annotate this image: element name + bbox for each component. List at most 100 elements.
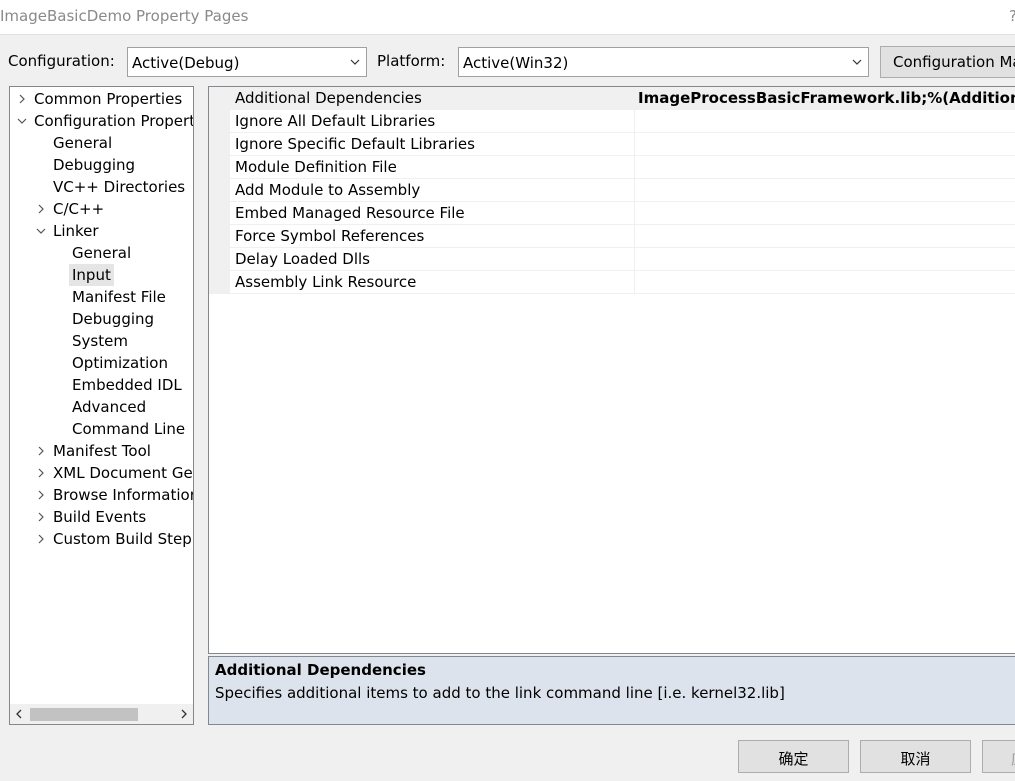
chevron-right-icon[interactable] [36, 204, 46, 214]
tree-item[interactable]: General [10, 132, 193, 154]
tree-item-label: Command Line [72, 420, 186, 438]
tree-item[interactable]: Configuration Propert [10, 110, 193, 132]
title-bar: ImageBasicDemo Property Pages ? [0, 0, 1015, 35]
chevron-right-icon[interactable] [36, 534, 46, 544]
chevron-right-icon[interactable] [36, 468, 46, 478]
tree-item-label: Linker [53, 222, 99, 240]
tree-item-label: C/C++ [53, 200, 105, 218]
property-row[interactable]: Ignore Specific Default Libraries [230, 133, 1015, 156]
chevron-down-icon [852, 59, 862, 65]
ok-button[interactable]: 确定 [738, 740, 849, 773]
property-name: Module Definition File [235, 158, 397, 176]
tree-item-label: Debugging [72, 310, 155, 328]
property-tree[interactable]: Custom Build Step Build Events Browse Info… [9, 86, 194, 725]
chevron-right-icon[interactable] [36, 446, 46, 456]
property-row[interactable]: Add Module to Assembly [230, 179, 1015, 202]
tree-item[interactable]: Browse Informatior [10, 484, 193, 506]
chevron-down-icon [350, 59, 360, 65]
configuration-label: Configuration: [8, 52, 115, 70]
tree-item-label: Input [69, 264, 114, 286]
tree-item[interactable]: XML Document Ger [10, 462, 193, 484]
property-name: Embed Managed Resource File [235, 204, 465, 222]
property-value-cell[interactable] [634, 271, 1015, 293]
tree-item[interactable]: Linker [10, 220, 193, 242]
tree-item[interactable]: Embedded IDL [10, 374, 193, 396]
tree-item-label: Manifest File [72, 288, 166, 306]
property-value: ImageProcessBasicFramework.lib;%(Additio… [638, 89, 1015, 107]
scrollbar-thumb[interactable] [30, 708, 138, 721]
property-row[interactable]: Module Definition File [230, 156, 1015, 179]
property-value-cell[interactable] [634, 225, 1015, 247]
property-row[interactable]: Embed Managed Resource File [230, 202, 1015, 225]
tree-item[interactable]: Custom Build Step [10, 528, 193, 550]
tree-item-label: Manifest Tool [53, 442, 151, 460]
property-name: Ignore Specific Default Libraries [235, 135, 475, 153]
platform-value: Active(Win32) [463, 54, 569, 72]
tree-item-label: Common Properties [34, 90, 183, 108]
property-value-cell[interactable] [634, 202, 1015, 224]
tree-item[interactable]: Debugging [10, 308, 193, 330]
ok-button-label: 确定 [778, 750, 809, 768]
tree-item-label: XML Document Ger [53, 464, 194, 482]
chevron-right-icon[interactable] [36, 512, 46, 522]
cancel-button[interactable]: 取消 [860, 740, 971, 773]
chevron-down-icon[interactable] [36, 226, 46, 236]
property-row[interactable]: Force Symbol References [230, 225, 1015, 248]
property-row[interactable]: Delay Loaded Dlls [230, 248, 1015, 271]
property-row[interactable]: Additional Dependencies ImageProcessBasic… [230, 87, 1015, 110]
grid-gutter [209, 87, 230, 294]
property-row[interactable]: Assembly Link Resource [230, 271, 1015, 294]
platform-dropdown[interactable]: Active(Win32) [458, 47, 869, 77]
tree-item-label: Custom Build Step [53, 530, 192, 548]
help-button[interactable]: ? [1009, 7, 1015, 25]
tree-item[interactable]: General [10, 242, 193, 264]
tree-item[interactable]: VC++ Directories [10, 176, 193, 198]
property-value-cell[interactable] [634, 248, 1015, 270]
configuration-manager-button[interactable]: Configuration Ma [880, 46, 1015, 78]
tree-item-label: Configuration Propert [34, 112, 194, 130]
tree-item[interactable]: Common Properties [10, 88, 193, 110]
apply-button[interactable]: 应 [982, 740, 1015, 773]
tree-item-label: System [72, 332, 128, 350]
configuration-dropdown[interactable]: Active(Debug) [127, 47, 367, 77]
chevron-right-icon[interactable] [179, 709, 189, 719]
chevron-left-icon[interactable] [14, 709, 24, 719]
property-value-cell[interactable] [634, 179, 1015, 201]
tree-item[interactable]: System [10, 330, 193, 352]
tree-item-label: General [53, 134, 113, 152]
chevron-right-icon[interactable] [17, 94, 27, 104]
tree-item-label: Advanced [72, 398, 147, 416]
tree-item[interactable]: Command Line [10, 418, 193, 440]
tree-item[interactable]: Manifest Tool [10, 440, 193, 462]
configuration-value: Active(Debug) [132, 54, 240, 72]
tree-item-label: VC++ Directories [53, 178, 186, 196]
property-value-cell[interactable]: ImageProcessBasicFramework.lib;%(Additio… [634, 87, 1015, 109]
tree-horizontal-scrollbar[interactable] [10, 704, 193, 724]
tree-item-label: Browse Informatior [53, 486, 194, 504]
tree-item[interactable]: Manifest File [10, 286, 193, 308]
property-name: Additional Dependencies [235, 89, 422, 107]
tree-item-label: Embedded IDL [72, 376, 182, 394]
chevron-down-icon[interactable] [17, 116, 27, 126]
window-title: ImageBasicDemo Property Pages [0, 7, 249, 25]
property-grid: Additional Dependencies ImageProcessBasic… [208, 86, 1015, 654]
tree-item[interactable]: C/C++ [10, 198, 193, 220]
tree-item[interactable]: Optimization [10, 352, 193, 374]
tree-item[interactable]: Input [10, 264, 193, 286]
tree-item-label: Debugging [53, 156, 136, 174]
tree-item-label: General [72, 244, 132, 262]
property-name: Force Symbol References [235, 227, 425, 245]
configuration-manager-label: Configuration Ma [893, 53, 1015, 71]
tree-item[interactable]: Advanced [10, 396, 193, 418]
description-pane: Additional Dependencies Specifies additi… [208, 656, 1015, 725]
tree-item[interactable]: Build Events [10, 506, 193, 528]
tree-item-label: Optimization [72, 354, 168, 372]
tree-item[interactable]: Debugging [10, 154, 193, 176]
description-title: Additional Dependencies [215, 661, 426, 679]
property-value-cell[interactable] [634, 133, 1015, 155]
property-value-cell[interactable] [634, 156, 1015, 178]
property-value-cell[interactable] [634, 110, 1015, 132]
property-name: Delay Loaded Dlls [235, 250, 370, 268]
property-row[interactable]: Ignore All Default Libraries [230, 110, 1015, 133]
chevron-right-icon[interactable] [36, 490, 46, 500]
